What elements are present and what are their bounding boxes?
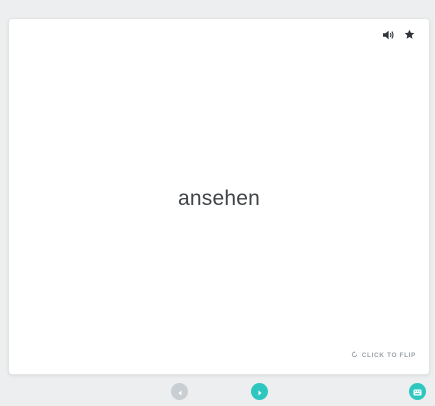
card-actions	[383, 29, 415, 40]
previous-card-button[interactable]	[171, 383, 188, 400]
star-icon[interactable]	[404, 29, 415, 40]
chevron-right-icon	[257, 383, 263, 401]
keyboard-icon	[413, 383, 422, 401]
next-card-button[interactable]	[251, 383, 268, 400]
card-navigation	[0, 378, 435, 406]
speaker-icon[interactable]	[383, 30, 395, 40]
rotate-icon	[351, 351, 358, 360]
flip-hint-label: CLICK TO FLIP	[361, 352, 416, 359]
keyboard-shortcuts-button[interactable]	[409, 383, 426, 400]
flashcard-term: ansehen	[178, 187, 260, 210]
click-to-flip[interactable]: CLICK TO FLIP	[351, 351, 416, 360]
chevron-left-icon	[177, 383, 183, 401]
flashcard[interactable]: ansehen CLICK TO FLIP	[8, 18, 430, 375]
